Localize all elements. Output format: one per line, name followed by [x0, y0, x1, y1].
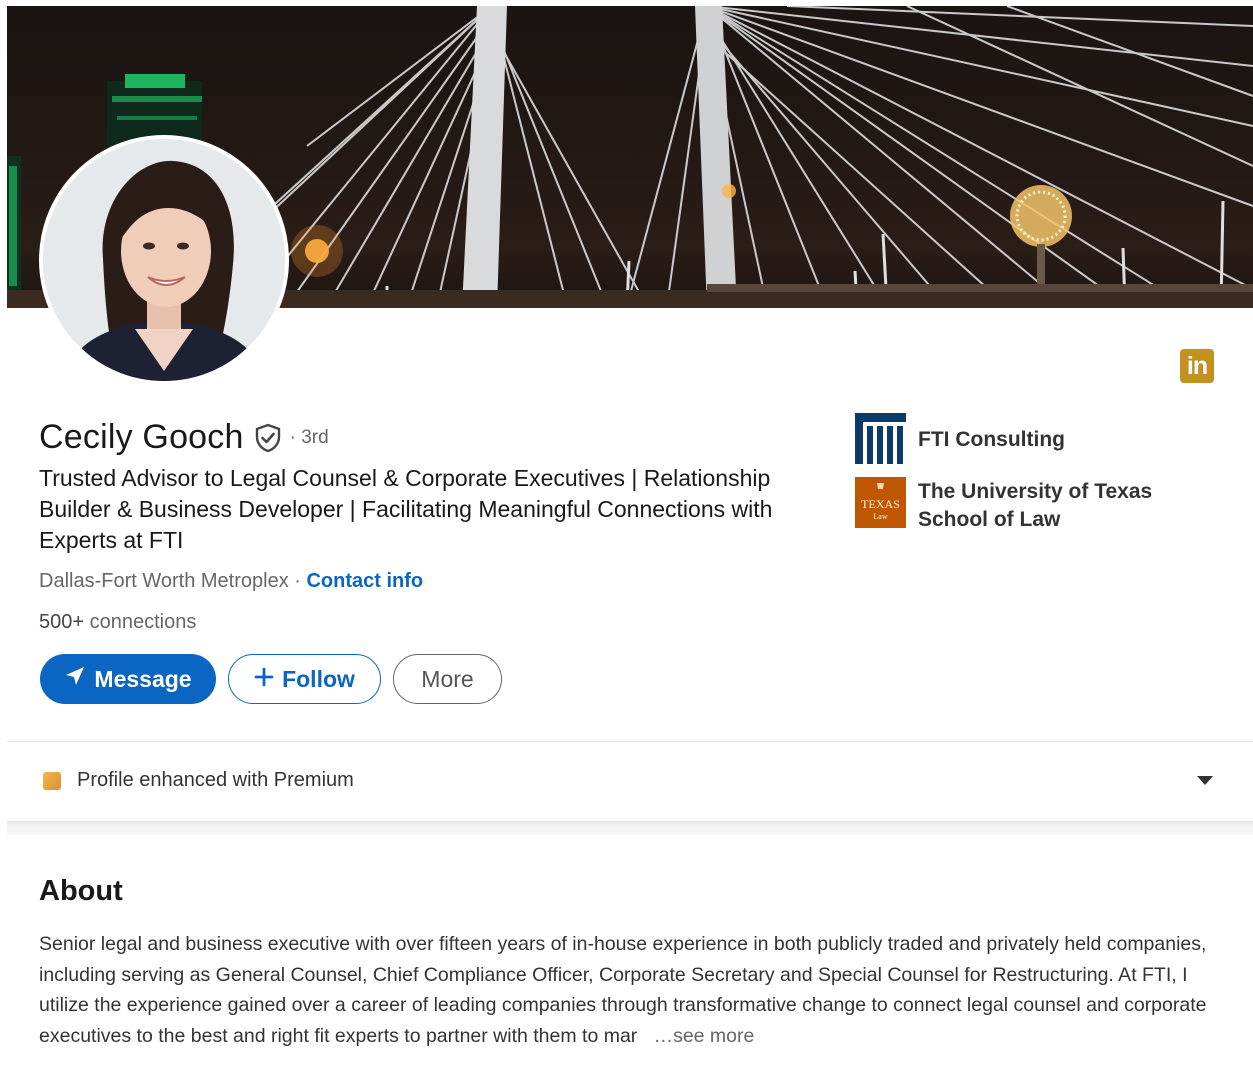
svg-text:TEXAS: TEXAS — [861, 497, 900, 511]
message-button-label: Message — [94, 665, 192, 692]
current-company[interactable]: FTI Consulting — [855, 413, 1228, 464]
follow-button[interactable]: Follow — [228, 654, 381, 704]
profile-headline: Trusted Advisor to Legal Counsel & Corpo… — [39, 465, 773, 553]
connections-count[interactable]: 500+ connections — [39, 611, 196, 634]
premium-icon — [43, 772, 61, 790]
education-school[interactable]: TEXAS Law The University of Texas School… — [855, 477, 1228, 534]
premium-enhanced-row[interactable]: Profile enhanced with Premium — [7, 742, 1253, 822]
more-button-label: More — [421, 665, 474, 692]
company-name: FTI Consulting — [918, 428, 1065, 451]
connections-number: 500+ — [39, 611, 85, 633]
school-name: The University of Texas School of Law — [918, 480, 1153, 531]
connection-degree: · 3rd — [289, 426, 329, 448]
profile-photo[interactable] — [39, 135, 289, 385]
svg-text:Law: Law — [873, 512, 887, 521]
texas-law-logo-icon: TEXAS Law — [855, 477, 906, 528]
profile-name: Cecily Gooch — [39, 418, 244, 456]
contact-info-link[interactable]: Contact info — [306, 570, 423, 592]
name-row: Cecily Gooch · 3rd — [39, 418, 329, 457]
section-separator — [7, 821, 1253, 835]
message-button[interactable]: Message — [40, 654, 216, 704]
profile-photo-image — [43, 139, 285, 381]
connections-label: connections — [89, 611, 197, 633]
follow-button-label: Follow — [282, 665, 355, 692]
about-heading: About — [39, 875, 123, 907]
plus-icon — [254, 666, 274, 693]
send-icon — [64, 665, 86, 693]
about-body-text: Senior legal and business executive with… — [39, 933, 1207, 1047]
fti-logo-icon — [855, 413, 906, 464]
about-text: Senior legal and business executive with… — [39, 929, 1224, 1051]
location-row: Dallas-Fort Worth Metroplex · Contact in… — [39, 570, 423, 593]
verified-shield-icon[interactable] — [254, 423, 282, 453]
chevron-down-icon[interactable] — [1197, 776, 1213, 785]
linkedin-premium-icon: in — [1180, 349, 1214, 383]
profile-location: Dallas-Fort Worth Metroplex · — [39, 570, 301, 592]
premium-label: Profile enhanced with Premium — [77, 769, 354, 791]
more-button[interactable]: More — [393, 654, 502, 704]
see-more-link[interactable]: …see more — [643, 1025, 755, 1047]
